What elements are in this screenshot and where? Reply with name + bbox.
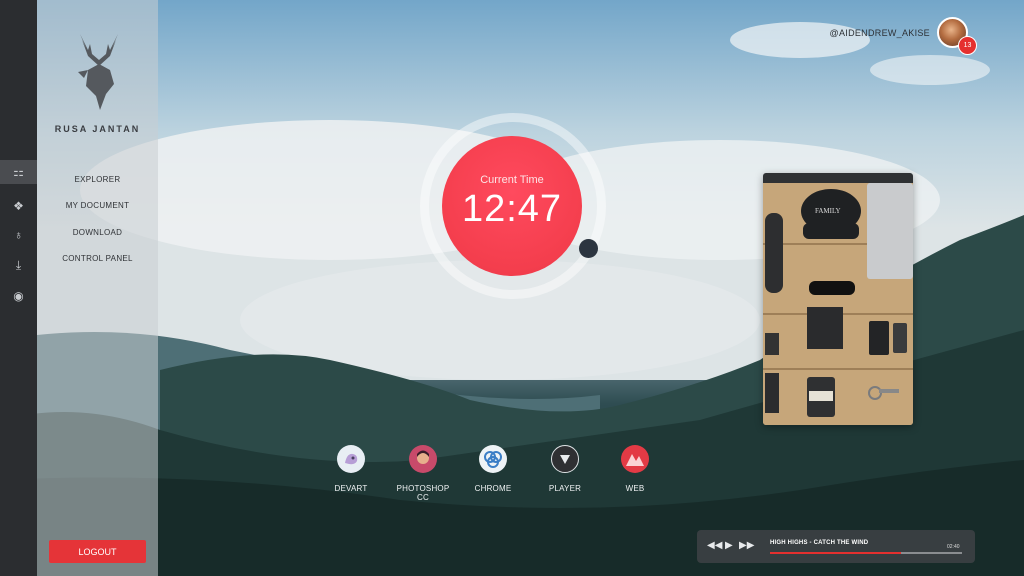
rail-target-icon[interactable]: ◉ [0,284,37,308]
user-handle[interactable]: @AIDENDREW_AKISE [830,28,930,38]
dock-item-photoshop[interactable]: PHOTOSHOP CC [393,445,453,502]
sidebar-panel: RUSA JANTAN EXPLORER MY DOCUMENT DOWNLOA… [37,0,158,576]
dock-item-devart[interactable]: DEVART [321,445,381,493]
logout-button[interactable]: LOGOUT [49,540,146,563]
clock-widget: Current Time 12:47 [442,136,582,276]
dock-label: WEB [625,484,645,493]
notification-badge[interactable]: 13 [958,36,977,55]
dock-item-web[interactable]: WEB [605,445,665,493]
rail-fox-icon[interactable]: ❖ [0,194,37,218]
rewind-icon[interactable]: ◀◀ [707,540,722,551]
nav-item-download[interactable]: DOWNLOAD [37,228,158,237]
track-progress-fill [770,552,901,554]
dock-label: DEVART [334,484,368,493]
chrome-icon [479,445,507,473]
fast-forward-icon[interactable]: ▶▶ [739,540,754,551]
track-progress-bar[interactable] [770,552,962,554]
clock-handle-dot[interactable] [579,239,598,258]
nav-item-control-panel[interactable]: CONTROL PANEL [37,254,158,263]
music-player: ◀◀ ▶ ▶▶ HIGH HIGHS - CATCH THE WIND 02:4… [697,530,975,563]
player-icon [551,445,579,473]
track-title: HIGH HIGHS - CATCH THE WIND [770,540,869,546]
deer-head-logo-icon [78,34,118,110]
web-icon [621,445,649,473]
flatlay-illustration: FAMILY [763,183,913,425]
flatlay-photo: FAMILY [763,183,913,425]
clock-time: 12:47 [461,188,563,230]
track-time: 02:40 [947,544,960,550]
play-icon[interactable]: ▶ [725,540,733,551]
devart-icon [337,445,365,473]
icon-rail: ⚏ ❖ ♁ ⤓ ◉ [0,0,37,576]
photoshop-icon [409,445,437,473]
rail-lightbulb-icon[interactable]: ♁ [0,223,37,247]
brand-name: RUSA JANTAN [54,124,141,134]
rail-download-icon[interactable]: ⤓ [0,253,37,277]
dock-label: CHROME [474,484,512,493]
rail-grid-icon[interactable]: ⚏ [0,160,37,184]
dock-item-chrome[interactable]: CHROME [463,445,523,493]
photo-widget[interactable]: FAMILY [763,173,913,425]
dock-label: PLAYER [548,484,582,493]
nav-item-explorer[interactable]: EXPLORER [37,175,158,184]
dock-item-player[interactable]: PLAYER [535,445,595,493]
nav-item-my-document[interactable]: MY DOCUMENT [37,201,158,210]
svg-text:FAMILY: FAMILY [815,207,841,215]
clock-label: Current Time [480,174,544,186]
dock-label: PHOTOSHOP CC [396,484,450,502]
